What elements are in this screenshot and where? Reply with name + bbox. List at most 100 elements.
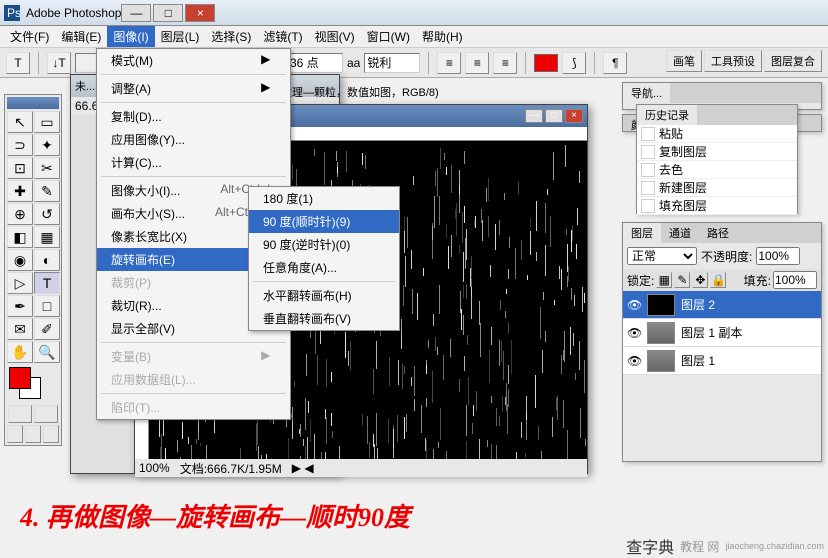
doc2-close[interactable]: ×: [565, 109, 583, 123]
watermark: 查字典 教程 网 jiaocheng.chazidian.com: [626, 534, 824, 558]
stamp-tool[interactable]: ⊕: [7, 203, 33, 225]
lock-position-icon[interactable]: ✥: [692, 272, 708, 288]
fg-color[interactable]: [9, 367, 31, 389]
minimize-button[interactable]: —: [121, 4, 151, 22]
menu-duplicate[interactable]: 复制(D)...: [97, 105, 290, 128]
crop-tool[interactable]: ⊡: [7, 157, 33, 179]
maximize-button[interactable]: □: [153, 4, 183, 22]
brush-tool[interactable]: ✎: [34, 180, 60, 202]
history-brush-tool[interactable]: ↺: [34, 203, 60, 225]
screen-mode-2[interactable]: [25, 425, 41, 443]
slice-tool[interactable]: ✂: [34, 157, 60, 179]
blur-tool[interactable]: ◉: [7, 249, 33, 271]
menu-select[interactable]: 选择(S): [205, 26, 257, 47]
layer-thumb[interactable]: [647, 350, 675, 372]
opacity-input[interactable]: [756, 247, 800, 265]
tutorial-annotation: 4. 再做图像—旋转画布—顺时90度: [20, 497, 410, 534]
toolbox-title[interactable]: [7, 97, 59, 109]
eye-icon[interactable]: 👁: [627, 326, 641, 340]
align-left-icon[interactable]: ≡: [437, 52, 461, 74]
layer-thumb[interactable]: [647, 294, 675, 316]
doc2-min[interactable]: —: [525, 109, 543, 123]
menu-window[interactable]: 窗口(W): [361, 26, 416, 47]
text-color-swatch[interactable]: [534, 54, 558, 72]
layer-thumb[interactable]: [647, 322, 675, 344]
paths-tab[interactable]: 路径: [699, 223, 737, 243]
align-right-icon[interactable]: ≡: [493, 52, 517, 74]
lock-all-icon[interactable]: 🔒: [710, 272, 726, 288]
eye-icon[interactable]: 👁: [627, 354, 641, 368]
eye-icon[interactable]: 👁: [627, 298, 641, 312]
blend-mode-select[interactable]: 正常: [627, 247, 697, 265]
screen-mode-3[interactable]: [43, 425, 59, 443]
flip-vertical[interactable]: 垂直翻转画布(V): [249, 307, 399, 330]
menu-image[interactable]: 图像(I): [107, 26, 154, 47]
layers-tab[interactable]: 图层: [623, 223, 661, 243]
path-tool[interactable]: ▷: [7, 272, 33, 294]
shape-tool[interactable]: □: [34, 295, 60, 317]
marquee-tool[interactable]: ▭: [34, 111, 60, 133]
layer-comps-button[interactable]: 图层复合: [764, 50, 822, 72]
history-item[interactable]: 粘贴: [637, 125, 797, 143]
eyedropper-tool[interactable]: ✐: [34, 318, 60, 340]
nav-tab[interactable]: 导航...: [623, 83, 670, 103]
layer-item[interactable]: 👁 图层 1: [623, 347, 821, 375]
menu-view[interactable]: 视图(V): [309, 26, 361, 47]
wand-tool[interactable]: ✦: [34, 134, 60, 156]
zoom-tool[interactable]: 🔍: [34, 341, 60, 363]
brushes-button[interactable]: 画笔: [666, 50, 702, 72]
history-item[interactable]: 去色: [637, 161, 797, 179]
history-tab[interactable]: 历史记录: [637, 105, 697, 125]
pen-tool[interactable]: ✒: [7, 295, 33, 317]
warp-text-icon[interactable]: ⟆: [562, 52, 586, 74]
history-item[interactable]: 复制图层: [637, 143, 797, 161]
flip-horizontal[interactable]: 水平翻转画布(H): [249, 284, 399, 307]
menu-filter[interactable]: 滤镜(T): [257, 26, 308, 47]
notes-tool[interactable]: ✉: [7, 318, 33, 340]
lock-transparency-icon[interactable]: ▦: [656, 272, 672, 288]
history-item[interactable]: 新建图层: [637, 179, 797, 197]
menu-help[interactable]: 帮助(H): [416, 26, 469, 47]
menu-calculations[interactable]: 计算(C)...: [97, 151, 290, 174]
rotate-90-cw[interactable]: 90 度(顺时针)(9): [249, 210, 399, 233]
menu-layer[interactable]: 图层(L): [155, 26, 206, 47]
font-size-input[interactable]: [287, 53, 343, 73]
menu-apply-image[interactable]: 应用图像(Y)...: [97, 128, 290, 151]
doc2-filesize: 文档:666.7K/1.95M: [180, 460, 282, 477]
text-tool[interactable]: T: [34, 272, 60, 294]
move-tool[interactable]: ↖: [7, 111, 33, 133]
orientation-icon[interactable]: ↓T: [47, 52, 71, 74]
lasso-tool[interactable]: ⊃: [7, 134, 33, 156]
antialias-select[interactable]: [364, 53, 420, 73]
menu-file[interactable]: 文件(F): [4, 26, 55, 47]
channels-tab[interactable]: 通道: [661, 223, 699, 243]
rotate-180[interactable]: 180 度(1): [249, 187, 399, 210]
menu-edit[interactable]: 编辑(E): [55, 26, 107, 47]
rotate-90-ccw[interactable]: 90 度(逆时针)(0): [249, 233, 399, 256]
history-item[interactable]: 填充图层: [637, 197, 797, 215]
menu-adjustments[interactable]: 调整(A)▶: [97, 77, 290, 100]
gradient-tool[interactable]: ▦: [34, 226, 60, 248]
screen-mode-1[interactable]: [7, 425, 23, 443]
text-tool-preset-icon[interactable]: T: [6, 52, 30, 74]
rotate-arbitrary[interactable]: 任意角度(A)...: [249, 256, 399, 279]
dodge-tool[interactable]: ◐: [34, 249, 60, 271]
menu-mode[interactable]: 模式(M)▶: [97, 49, 290, 72]
doc2-max[interactable]: □: [545, 109, 563, 123]
eraser-tool[interactable]: ◧: [7, 226, 33, 248]
close-button[interactable]: ×: [185, 4, 215, 22]
quick-mask-mode[interactable]: [34, 405, 58, 423]
healing-tool[interactable]: ✚: [7, 180, 33, 202]
layer-item[interactable]: 👁 图层 2: [623, 291, 821, 319]
fill-input[interactable]: [773, 271, 817, 289]
doc2-scroll[interactable]: ▶ ◀: [292, 461, 314, 475]
hand-tool[interactable]: ✋: [7, 341, 33, 363]
tool-presets-button[interactable]: 工具预设: [704, 50, 762, 72]
watermark-text: 教程 网: [680, 538, 719, 555]
character-panel-icon[interactable]: ¶: [603, 52, 627, 74]
doc2-zoom[interactable]: 100%: [139, 461, 170, 475]
layer-item[interactable]: 👁 图层 1 副本: [623, 319, 821, 347]
standard-mode[interactable]: [8, 405, 32, 423]
lock-image-icon[interactable]: ✎: [674, 272, 690, 288]
align-center-icon[interactable]: ≡: [465, 52, 489, 74]
